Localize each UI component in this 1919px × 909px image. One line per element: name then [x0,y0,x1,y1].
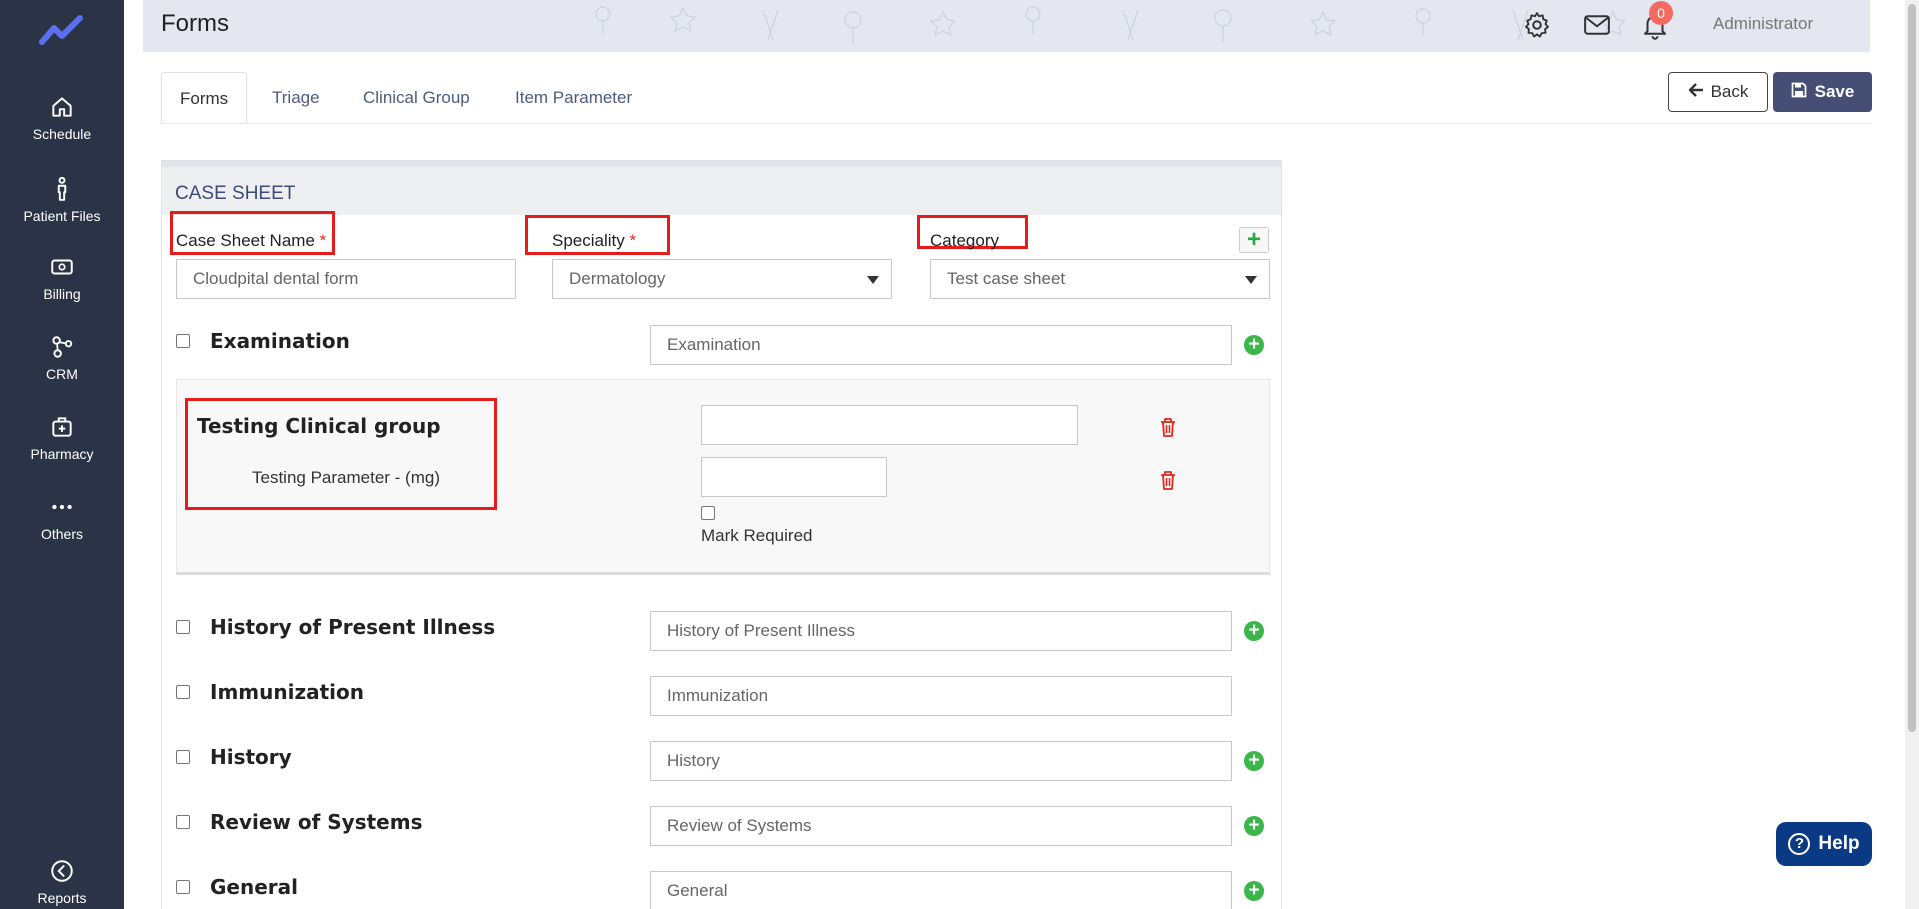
sidebar-item-pharmacy[interactable]: Pharmacy [0,414,124,462]
add-history-plus-icon[interactable]: + [1244,751,1264,771]
chart-circle-icon [49,858,75,884]
clinical-group-title: Testing Clinical group [197,414,441,438]
speciality-label: Speciality * [552,231,636,251]
save-button[interactable]: Save [1773,72,1872,112]
required-asterisk: * [629,231,637,250]
back-button[interactable]: Back [1668,72,1768,112]
back-button-label: Back [1710,82,1749,101]
medkit-icon [49,414,75,440]
case-sheet-header: CASE SHEET [162,161,1281,215]
section-name-immunization: Immunization [210,680,364,704]
speciality-select[interactable]: Dermatology [552,259,892,299]
sidebar-item-patient-files[interactable]: Patient Files [0,176,124,224]
parameter-value-input[interactable] [701,457,887,497]
scrollbar-thumb[interactable] [1908,4,1916,732]
add-review-of-systems-plus-icon[interactable]: + [1244,816,1264,836]
person-icon [49,176,75,202]
floppy-disk-icon [1791,82,1807,103]
sidebar-item-label: Others [40,526,83,542]
section-name-history: History [210,745,292,769]
case-sheet-name-label: Case Sheet Name * [176,231,326,251]
case-sheet-card: CASE SHEET Case Sheet Name * Cloudpital … [161,160,1282,909]
tab-clinical-group[interactable]: Clinical Group [345,72,488,124]
section-input-general[interactable]: General [650,871,1232,909]
more-icon [49,494,75,520]
top-bar: Forms 0 Administrator [143,0,1870,52]
app-logo[interactable] [38,12,86,48]
section-input-history-present-illness[interactable]: History of Present Illness [650,611,1232,651]
tab-forms[interactable]: Forms [161,72,248,124]
question-circle-icon: ? [1788,833,1811,855]
section-checkbox-review-of-systems[interactable] [176,815,190,829]
speciality-selected-value: Dermatology [569,269,666,288]
clinical-group-panel: Testing Clinical group Testing Parameter… [176,379,1270,575]
label-text: Case Sheet Name [176,231,315,250]
add-history-present-illness-plus-icon[interactable]: + [1244,621,1264,641]
section-name-review-of-systems: Review of Systems [210,810,423,834]
add-examination-plus-icon[interactable]: + [1244,335,1264,355]
delete-group-trash-icon[interactable] [1158,416,1178,438]
chevron-down-icon [867,276,879,284]
mark-required-label: Mark Required [701,526,813,545]
category-label: Category [930,231,999,250]
category-selected-value: Test case sheet [947,269,1066,288]
sidebar-item-billing[interactable]: Billing [0,254,124,302]
required-asterisk: * [319,231,327,250]
section-name-examination: Examination [210,329,350,353]
tabs-divider [161,123,1871,124]
case-sheet-heading: CASE SHEET [175,183,296,204]
section-checkbox-examination[interactable] [176,334,190,348]
section-name-general: General [210,875,298,899]
tab-triage[interactable]: Triage [254,72,338,124]
sidebar-item-label: Billing [43,286,81,302]
chevron-down-icon [1245,276,1257,284]
page-title: Forms [161,10,229,37]
sidebar-item-schedule[interactable]: Schedule [0,94,124,142]
mail-envelope-icon[interactable] [1582,10,1612,40]
case-sheet-name-input[interactable]: Cloudpital dental form [176,259,516,299]
cash-icon [49,254,75,280]
section-checkbox-history-present-illness[interactable] [176,620,190,634]
parameter-label: Testing Parameter - (mg) [252,468,440,487]
sidebar-item-crm[interactable]: CRM [0,334,124,382]
clinical-group-value-input[interactable] [701,405,1078,445]
sidebar: Schedule Patient Files Billing CRM Pharm… [0,0,124,909]
save-button-label: Save [1814,82,1855,101]
help-button-label: Help [1818,833,1860,854]
network-icon [49,334,75,360]
section-checkbox-general[interactable] [176,880,190,894]
sidebar-item-label: Pharmacy [30,446,94,462]
notification-count-badge: 0 [1649,1,1673,25]
sidebar-item-label: Patient Files [23,208,101,224]
sidebar-item-label: CRM [46,366,78,382]
mark-required-checkbox[interactable] [701,506,715,520]
sidebar-item-reports[interactable]: Reports [0,858,124,906]
label-text: Speciality [552,231,625,250]
help-button[interactable]: ? Help [1776,822,1872,866]
section-input-immunization[interactable]: Immunization [650,676,1232,716]
sidebar-item-others[interactable]: Others [0,494,124,542]
arrow-left-icon [1688,82,1704,103]
add-category-button[interactable]: + [1239,227,1269,253]
category-select[interactable]: Test case sheet [930,259,1270,299]
section-input-examination[interactable]: Examination [650,325,1232,365]
tab-item-parameter[interactable]: Item Parameter [497,72,650,124]
section-input-review-of-systems[interactable]: Review of Systems [650,806,1232,846]
delete-parameter-trash-icon[interactable] [1158,469,1178,491]
home-icon [49,94,75,120]
sidebar-item-label: Reports [37,890,87,906]
section-input-history[interactable]: History [650,741,1232,781]
sidebar-item-label: Schedule [32,126,92,142]
page-scrollbar[interactable] [1905,0,1919,909]
settings-gear-icon[interactable] [1522,10,1552,40]
add-general-plus-icon[interactable]: + [1244,881,1264,901]
section-checkbox-history[interactable] [176,750,190,764]
section-checkbox-immunization[interactable] [176,685,190,699]
user-name[interactable]: Administrator [1713,14,1813,34]
section-name-history-present-illness: History of Present Illness [210,615,496,639]
